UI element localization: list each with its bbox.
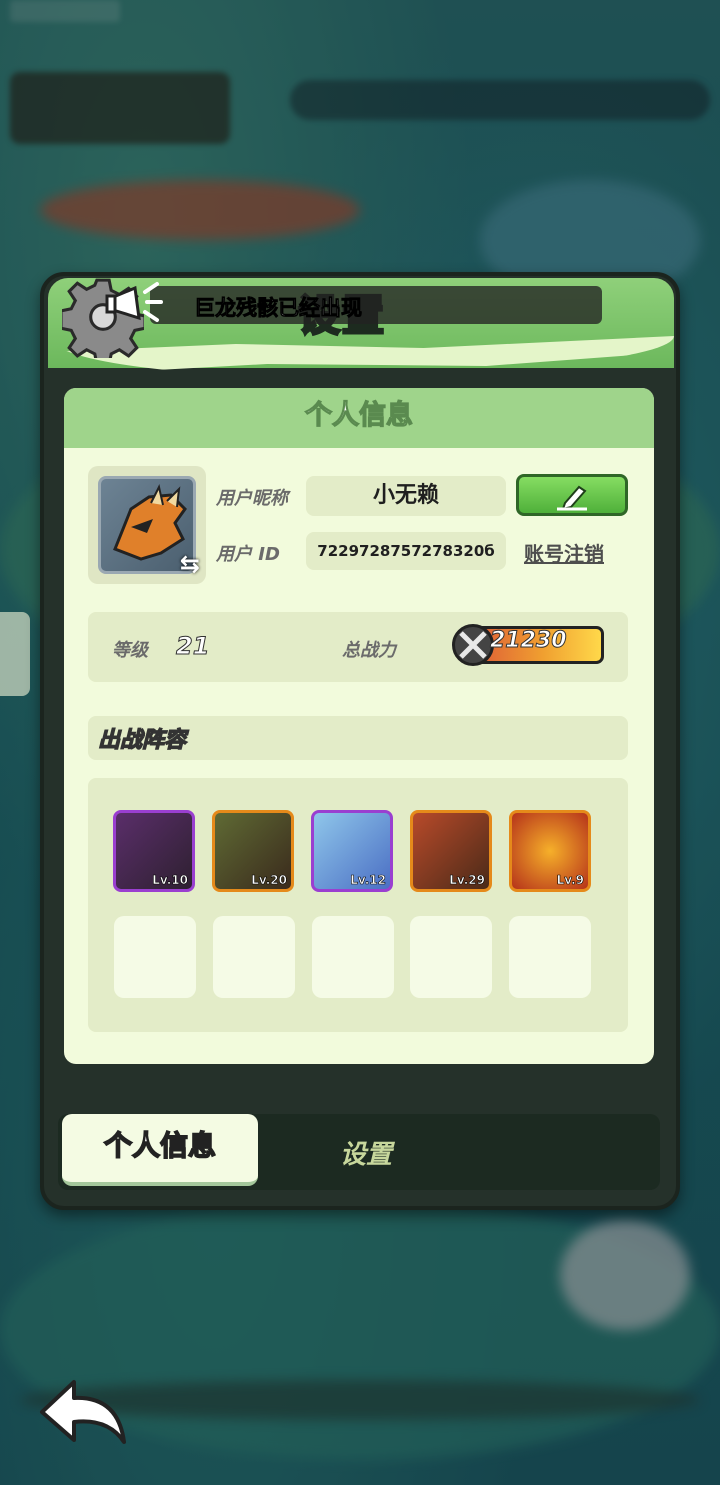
hero-slot-5[interactable]: Lv.9 [509, 810, 591, 892]
empty-slot[interactable] [213, 916, 295, 998]
nickname-field: 小无赖 [306, 476, 506, 516]
empty-slot[interactable] [312, 916, 394, 998]
lineup-title: 出战阵容 [97, 727, 187, 753]
user-id-field: 7229728757278320б [306, 532, 506, 570]
avatar-frame[interactable]: ⇆ [88, 466, 206, 584]
hero-level: Lv.20 [251, 873, 287, 888]
nickname-label: 用户昵称 [216, 488, 288, 509]
hero-slot-1[interactable]: Lv.10 [113, 810, 195, 892]
level-value: 21 [175, 632, 210, 661]
crossed-swords-icon [452, 624, 494, 666]
hero-slot-4[interactable]: Lv.29 [410, 810, 492, 892]
empty-slot[interactable] [410, 916, 492, 998]
profile-panel: 个人信息 ⇆ 用户昵称 小无赖 用户 ID 7229728757278320б … [64, 388, 654, 1064]
back-arrow-icon[interactable] [38, 1378, 130, 1448]
hero-slot-2[interactable]: Lv.20 [212, 810, 294, 892]
hero-level: Lv.10 [152, 873, 188, 888]
hero-slot-3[interactable]: Lv.12 [311, 810, 393, 892]
side-widget [0, 612, 30, 696]
empty-slot[interactable] [509, 916, 591, 998]
power-value: 21230 [490, 628, 568, 654]
megaphone-icon [105, 282, 163, 322]
pencil-icon [557, 485, 587, 511]
level-label: 等级 [112, 640, 148, 661]
edit-nickname-button[interactable] [516, 474, 628, 516]
panel-title: 个人信息 [64, 388, 654, 448]
tab-settings[interactable]: 设置 [340, 1134, 392, 1171]
id-label: 用户 ID [216, 544, 280, 565]
hero-level: Lv.9 [556, 873, 584, 888]
notice-text: 巨龙残骸已经出现 [194, 296, 363, 321]
empty-slot[interactable] [114, 916, 196, 998]
hero-level: Lv.29 [449, 873, 485, 888]
swap-icon[interactable]: ⇆ [180, 550, 200, 578]
hero-level: Lv.12 [350, 873, 386, 888]
power-label: 总战力 [342, 640, 396, 661]
account-deletion-link[interactable]: 账号注销 [524, 538, 604, 567]
tab-profile[interactable]: 个人信息 [62, 1114, 258, 1186]
